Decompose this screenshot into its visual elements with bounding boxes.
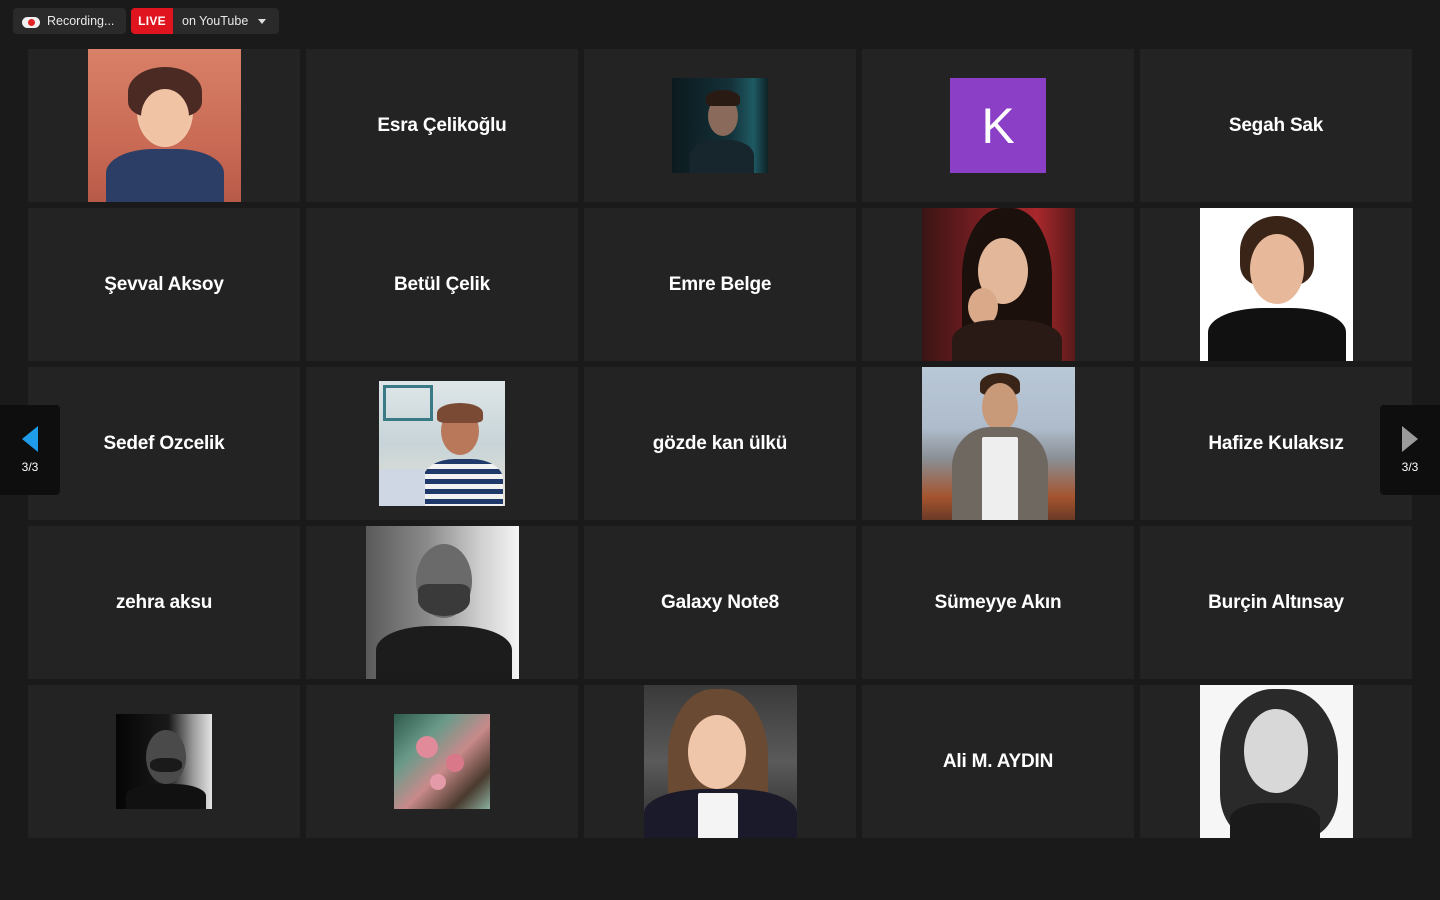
participant-tile[interactable] — [306, 526, 578, 679]
participant-video — [921, 208, 1075, 361]
participant-name: Esra Çelikoğlu — [377, 114, 507, 136]
participant-name: Galaxy Note8 — [661, 591, 779, 613]
participant-tile[interactable]: Galaxy Note8 — [584, 526, 856, 679]
live-badge: LIVE — [131, 8, 173, 34]
participant-name: zehra aksu — [115, 591, 213, 613]
participant-tile[interactable] — [306, 367, 578, 520]
next-page-button[interactable]: 3/3 — [1380, 405, 1440, 495]
participant-tile[interactable] — [862, 208, 1134, 361]
participant-tile[interactable] — [28, 685, 300, 838]
participant-name: Betül Çelik — [394, 273, 490, 295]
participant-tile[interactable] — [1140, 685, 1412, 838]
participant-tile[interactable]: Betül Çelik — [306, 208, 578, 361]
participant-name: Segah Sak — [1228, 114, 1324, 136]
participant-tile[interactable]: zehra aksu — [28, 526, 300, 679]
participant-video — [672, 78, 768, 173]
participant-video — [116, 714, 212, 809]
participant-tile[interactable]: Ali M. AYDIN — [862, 685, 1134, 838]
participant-video — [379, 381, 505, 506]
participant-name: Sedef Ozcelik — [103, 432, 225, 454]
gallery-grid: Esra Çelikoğlu K Segah Sak Şevval Aksoy … — [28, 49, 1412, 838]
participant-video — [1199, 685, 1353, 838]
participant-tile[interactable]: Sümeyye Akın — [862, 526, 1134, 679]
participant-name: Hafize Kulaksız — [1208, 432, 1344, 454]
cloud-record-icon — [22, 15, 40, 28]
arrow-right-icon — [1402, 426, 1418, 452]
arrow-left-icon — [22, 426, 38, 452]
participant-tile[interactable]: Sedef Ozcelik — [28, 367, 300, 520]
live-target-label: on YouTube — [182, 14, 249, 28]
participant-video — [921, 367, 1075, 520]
participant-name: Sümeyye Akın — [934, 591, 1062, 613]
live-stream-dropdown[interactable]: LIVE on YouTube — [131, 8, 279, 34]
page-indicator: 3/3 — [1401, 460, 1419, 474]
top-bar: Recording... LIVE on YouTube — [0, 0, 1440, 44]
recording-label: Recording... — [47, 14, 115, 28]
participant-tile[interactable]: K — [862, 49, 1134, 202]
participant-tile[interactable]: gözde kan ülkü — [584, 367, 856, 520]
participant-video — [394, 714, 490, 809]
chevron-down-icon[interactable] — [258, 18, 267, 24]
participant-tile[interactable] — [28, 49, 300, 202]
participant-tile[interactable] — [584, 685, 856, 838]
participant-name: Ali M. AYDIN — [942, 750, 1054, 772]
participant-name: Burçin Altınsay — [1208, 591, 1344, 613]
participant-name: Şevval Aksoy — [104, 273, 224, 295]
participant-video — [1199, 208, 1353, 361]
recording-indicator[interactable]: Recording... — [13, 8, 126, 34]
participant-name: gözde kan ülkü — [652, 432, 788, 454]
participant-video — [365, 526, 519, 679]
participant-tile[interactable] — [862, 367, 1134, 520]
participant-tile[interactable]: Şevval Aksoy — [28, 208, 300, 361]
participant-tile[interactable]: Segah Sak — [1140, 49, 1412, 202]
participant-tile[interactable] — [306, 685, 578, 838]
participant-tile[interactable] — [1140, 208, 1412, 361]
participant-tile[interactable]: Hafize Kulaksız — [1140, 367, 1412, 520]
avatar-initial: K — [950, 78, 1046, 173]
participant-name: Emre Belge — [668, 273, 772, 295]
participant-tile[interactable]: Burçin Altınsay — [1140, 526, 1412, 679]
participant-video — [643, 685, 797, 838]
participant-tile[interactable] — [584, 49, 856, 202]
previous-page-button[interactable]: 3/3 — [0, 405, 60, 495]
participant-tile[interactable]: Esra Çelikoğlu — [306, 49, 578, 202]
participant-video — [87, 49, 241, 202]
page-indicator: 3/3 — [21, 460, 39, 474]
participant-tile[interactable]: Emre Belge — [584, 208, 856, 361]
